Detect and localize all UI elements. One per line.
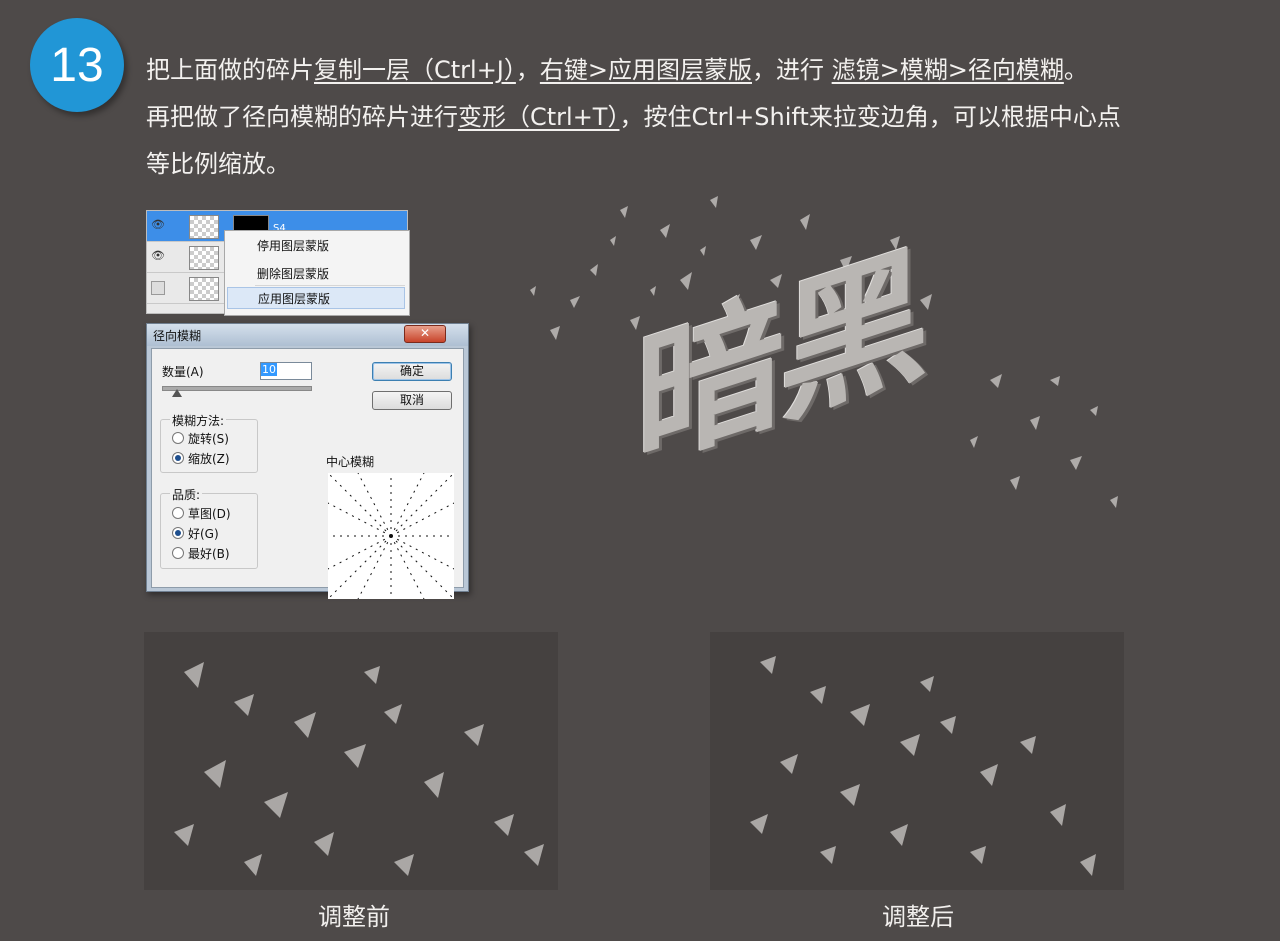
step-number-badge: 13 — [30, 18, 124, 112]
text-segment: ，进行 — [752, 56, 832, 84]
radio-good[interactable] — [172, 527, 184, 539]
dialog-title: 径向模糊 — [153, 329, 202, 343]
radio-zoom-label[interactable]: 缩放(Z) — [188, 450, 230, 467]
menu-item-apply-mask[interactable]: 应用图层蒙版 — [227, 287, 405, 309]
text-segment: 再把做了径向模糊的碎片进行 — [146, 103, 458, 131]
quality-label: 品质: — [170, 486, 203, 503]
radio-best-label[interactable]: 最好(B) — [188, 545, 230, 562]
caption-after: 调整后 — [882, 903, 954, 931]
blur-center-preview[interactable] — [327, 472, 455, 600]
radio-good-label[interactable]: 好(G) — [188, 525, 219, 542]
zoom-blur-pattern — [327, 472, 455, 600]
text-segment: ， — [515, 56, 540, 84]
radial-blur-path: 滤镜>模糊>径向模糊 — [831, 56, 1064, 84]
menu-item-delete-mask[interactable]: 删除图层蒙版 — [227, 263, 405, 285]
radio-spin-label[interactable]: 旋转(S) — [188, 430, 229, 447]
caption-before: 调整前 — [318, 903, 390, 931]
layer-context-menu: 停用图层蒙版 删除图层蒙版 应用图层蒙版 — [224, 230, 410, 316]
cancel-button[interactable]: 取消 — [372, 391, 452, 410]
ok-button[interactable]: 确定 — [372, 362, 452, 381]
radio-zoom[interactable] — [172, 452, 184, 464]
eye-icon[interactable]: 👁 — [151, 250, 165, 262]
text-segment: 。 — [1063, 56, 1088, 84]
eye-icon[interactable]: 👁 — [151, 219, 165, 231]
radio-draft[interactable] — [172, 507, 184, 519]
close-button[interactable]: ✕ — [404, 325, 446, 343]
radio-draft-label[interactable]: 草图(D) — [188, 505, 231, 522]
radial-blur-dialog: 径向模糊 ✕ 数量(A) 10 确定 取消 模糊方法: 旋转(S) 缩放(Z) … — [146, 323, 469, 600]
text-segment: 把上面做的碎片 — [146, 56, 314, 84]
menu-separator — [255, 285, 405, 286]
after-panel — [710, 632, 1124, 890]
before-panel — [144, 632, 558, 890]
before-fragments — [174, 662, 544, 876]
amount-value: 10 — [261, 363, 277, 376]
text-segment: ，按住Ctrl+Shift来拉变边角，可以根据中心点 — [619, 103, 1121, 131]
instruction-line-1: 把上面做的碎片复制一层（Ctrl+J），右键>应用图层蒙版，进行 滤镜>模糊>径… — [146, 53, 1088, 87]
amount-slider-handle[interactable] — [172, 389, 182, 397]
instruction-line-2: 再把做了径向模糊的碎片进行变形（Ctrl+T），按住Ctrl+Shift来拉变边… — [146, 100, 1121, 134]
dialog-body: 数量(A) 10 确定 取消 模糊方法: 旋转(S) 缩放(Z) 品质: 草图(… — [151, 348, 464, 600]
after-fragments — [750, 656, 1096, 876]
layer-thumbnail — [189, 246, 219, 270]
visibility-toggle[interactable] — [151, 281, 165, 295]
layer-thumbnail — [189, 277, 219, 301]
blur-center-label: 中心模糊 — [326, 455, 375, 469]
amount-input[interactable]: 10 — [260, 362, 312, 380]
amount-slider-track[interactable] — [162, 386, 312, 391]
dialog-titlebar[interactable]: 径向模糊 ✕ — [147, 324, 468, 346]
menu-item-disable-mask[interactable]: 停用图层蒙版 — [227, 235, 405, 257]
amount-label: 数量(A) — [162, 365, 204, 379]
shortcut-copy-layer: 复制一层（Ctrl+J） — [314, 56, 516, 84]
blur-method-label: 模糊方法: — [170, 412, 227, 429]
apply-mask-step: 右键>应用图层蒙版 — [539, 56, 752, 84]
layer-thumbnail — [189, 215, 219, 239]
effect-preview: 暗黑 — [470, 180, 1190, 590]
instruction-line-3: 等比例缩放。 — [146, 150, 290, 178]
radio-best[interactable] — [172, 547, 184, 559]
shortcut-transform: 变形（Ctrl+T） — [458, 103, 620, 131]
radio-spin[interactable] — [172, 432, 184, 444]
